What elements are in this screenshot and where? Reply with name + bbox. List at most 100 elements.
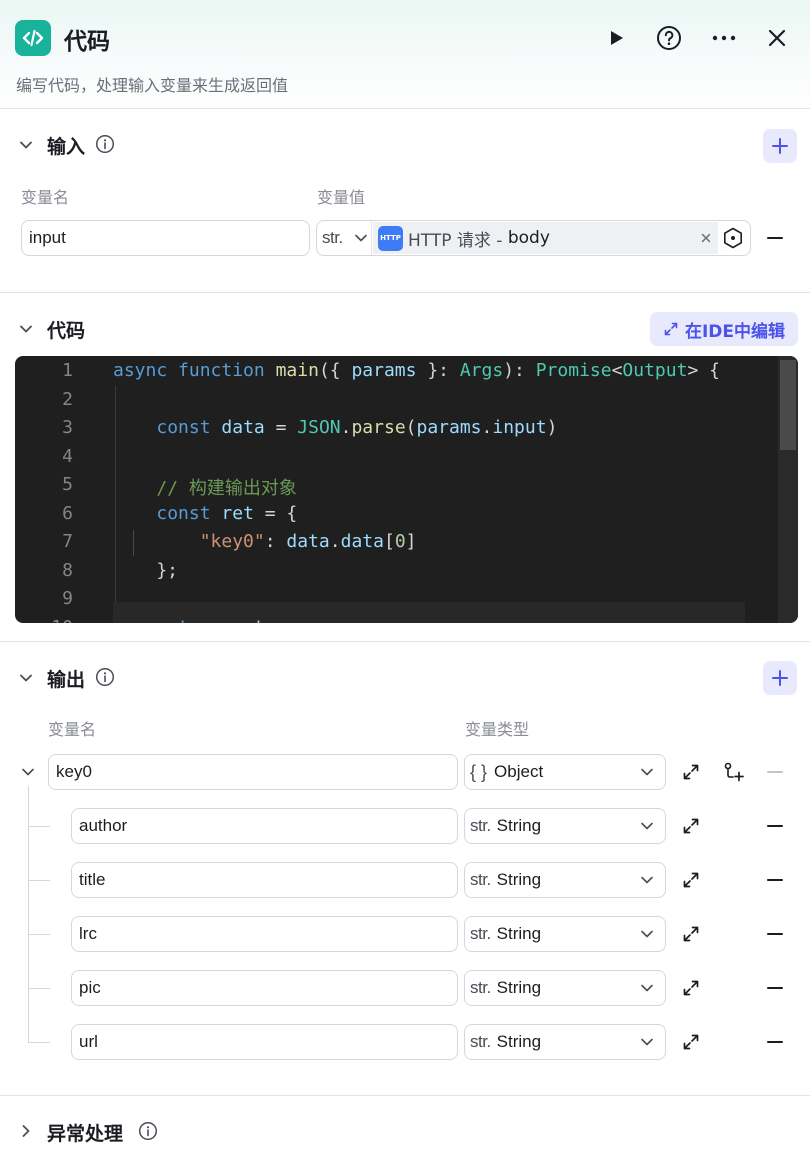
code-line: return ret; (113, 617, 275, 623)
editor-scroll-thumb[interactable] (780, 360, 796, 450)
type-tag: str. (322, 228, 343, 247)
editor-scrollbar[interactable] (778, 356, 798, 623)
minus-icon (767, 879, 783, 881)
info-icon[interactable] (95, 134, 115, 154)
line-number: 3 (62, 417, 73, 438)
minus-icon (767, 825, 783, 827)
code-collapse-toggle[interactable] (16, 319, 36, 339)
info-icon[interactable] (95, 667, 115, 687)
add-input-button[interactable] (763, 129, 797, 163)
line-number: 7 (62, 531, 73, 552)
code-editor[interactable]: 1 2 3 4 5 6 7 8 9 10 async function main… (15, 356, 798, 623)
chevron-down-icon (641, 876, 653, 884)
line-number: 2 (62, 389, 73, 410)
info-icon[interactable] (138, 1121, 158, 1141)
output-type-label: String (496, 1032, 542, 1051)
chevron-down-icon (641, 1038, 653, 1046)
output-collapse-toggle[interactable] (16, 668, 36, 688)
output-child-name-field[interactable]: title (71, 862, 458, 898)
remove-output-button (765, 762, 785, 782)
line-number: 9 (62, 588, 73, 609)
output-child-type-select[interactable]: str. String (464, 970, 666, 1006)
variable-reference-tag[interactable]: HTTP HTTP 请求 - body (373, 222, 718, 254)
output-child-type-select[interactable]: str. String (464, 916, 666, 952)
run-button[interactable] (600, 22, 632, 54)
tree-connector (28, 988, 50, 989)
output-child-type-select[interactable]: str. String (464, 808, 666, 844)
chevron-down-icon (355, 234, 367, 242)
edit-in-ide-label: 在IDE中编辑 (684, 321, 786, 342)
output-child-type-select[interactable]: str. String (464, 862, 666, 898)
remove-output-button[interactable] (765, 1032, 785, 1052)
expand-icon[interactable] (681, 762, 701, 782)
expand-icon[interactable] (681, 816, 701, 836)
chevron-down-icon (20, 674, 32, 682)
more-button[interactable] (708, 22, 740, 54)
divider (0, 292, 810, 293)
close-button[interactable] (761, 22, 793, 54)
type-tag: str. (470, 816, 491, 835)
line-number: 8 (62, 560, 73, 581)
help-button[interactable] (653, 22, 685, 54)
expand-icon[interactable] (681, 1032, 701, 1052)
output-child-type-select[interactable]: str. String (464, 1024, 666, 1060)
input-variable-name-field[interactable]: input (21, 220, 310, 256)
output-child-name-field[interactable]: lrc (71, 916, 458, 952)
add-child-icon[interactable] (723, 761, 745, 783)
code-line: "key0": data.data[0] (199, 531, 417, 552)
code-line: // 构建输出对象 (156, 478, 297, 499)
output-child-name-field[interactable]: pic (71, 970, 458, 1006)
node-description: 编写代码，处理输入变量来生成返回值 (16, 76, 289, 95)
key0-collapse-toggle[interactable] (18, 762, 38, 782)
object-type-icon: { } (470, 761, 488, 782)
output-variable-name-field[interactable]: key0 (48, 754, 458, 790)
remove-output-button[interactable] (765, 816, 785, 836)
code-line: const data = JSON.parse(params.input) (156, 417, 558, 438)
remove-input-button[interactable] (765, 228, 785, 248)
output-child-name-field[interactable]: author (71, 808, 458, 844)
output-type-label: String (496, 870, 542, 889)
chevron-down-icon (641, 822, 653, 830)
tree-connector (28, 826, 50, 827)
line-number: 1 (62, 360, 73, 381)
edit-in-ide-button[interactable]: 在IDE中编辑 (650, 312, 798, 346)
input-col-value: 变量值 (317, 188, 366, 207)
reference-field-label: body (507, 228, 550, 248)
expand-icon[interactable] (681, 924, 701, 944)
http-request-icon: HTTP (378, 225, 403, 251)
type-tag: str. (470, 978, 491, 997)
help-icon (657, 26, 681, 50)
input-section-title: 输入 (47, 136, 86, 158)
tree-connector (28, 1042, 50, 1043)
divider (0, 1095, 810, 1096)
minus-icon (767, 987, 783, 989)
line-number: 5 (62, 474, 73, 495)
code-section-title: 代码 (47, 320, 86, 342)
remove-output-button[interactable] (765, 978, 785, 998)
exception-collapse-toggle[interactable] (16, 1121, 36, 1141)
clear-reference-icon[interactable] (700, 232, 712, 244)
more-icon (712, 35, 736, 41)
output-type-select[interactable]: { } Object (464, 754, 666, 790)
remove-output-button[interactable] (765, 870, 785, 890)
chevron-down-icon (20, 325, 32, 333)
type-tag: str. (470, 870, 491, 889)
input-value-type-dropdown[interactable]: str. (317, 221, 372, 255)
input-collapse-toggle[interactable] (16, 135, 36, 155)
add-output-button[interactable] (763, 661, 797, 695)
input-col-name: 变量名 (21, 188, 70, 207)
code-line: }; (113, 560, 179, 581)
remove-output-button[interactable] (765, 924, 785, 944)
type-tag: str. (470, 1032, 491, 1051)
line-number: 4 (62, 446, 73, 467)
output-child-name-field[interactable]: url (71, 1024, 458, 1060)
expand-icon[interactable] (681, 870, 701, 890)
input-value-selector[interactable]: str. HTTP HTTP 请求 - body (316, 220, 751, 256)
output-col-type: 变量类型 (465, 720, 530, 739)
chevron-down-icon (20, 141, 32, 149)
node-title[interactable]: 代码 (64, 22, 110, 56)
output-type-label: String (496, 924, 542, 943)
expand-icon[interactable] (681, 978, 701, 998)
chevron-down-icon (641, 930, 653, 938)
variable-picker-icon[interactable] (721, 226, 745, 250)
